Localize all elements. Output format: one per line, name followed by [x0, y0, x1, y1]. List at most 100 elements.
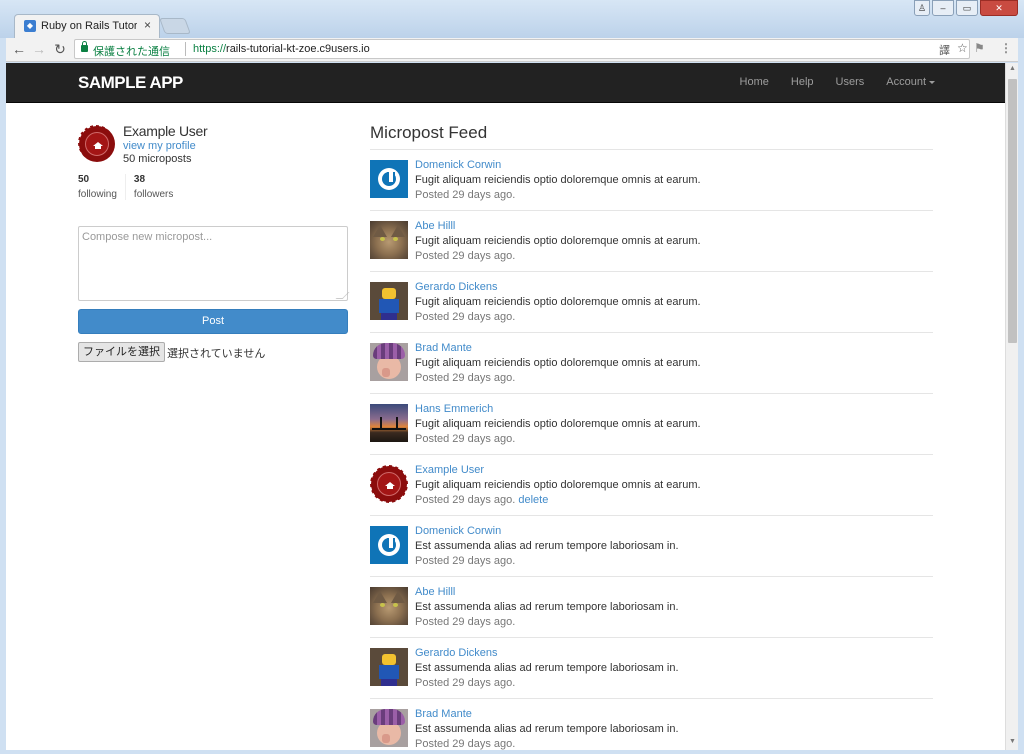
app-logo[interactable]: SAMPLE APP: [78, 73, 183, 93]
feed-content: Est assumenda alias ad rerum tempore lab…: [415, 540, 679, 552]
url-text: https://rails-tutorial-kt-zoe.c9users.io: [193, 43, 370, 55]
feed-user-link[interactable]: Brad Mante: [415, 708, 472, 720]
nav-help[interactable]: Help: [791, 76, 814, 88]
close-window-icon[interactable]: ✕: [980, 0, 1018, 16]
rails-favicon-icon: ◆: [24, 20, 36, 32]
feed-user-link[interactable]: Gerardo Dickens: [415, 647, 498, 659]
feed-user-link[interactable]: Abe Hilll: [415, 586, 455, 598]
address-bar[interactable]: 保護された通信 https://rails-tutorial-kt-zoe.c9…: [74, 39, 970, 59]
browser-toolbar: ← → ↻ 保護された通信 https://rails-tutorial-kt-…: [6, 38, 1018, 62]
choose-file-button[interactable]: ファイルを選択: [78, 342, 165, 362]
url-scheme: https://: [193, 43, 227, 55]
cat-ear-left: [373, 591, 387, 603]
lego-head: [382, 288, 396, 299]
feed-content: Est assumenda alias ad rerum tempore lab…: [415, 662, 679, 674]
lego-avatar[interactable]: [370, 648, 408, 686]
cat-eye-left: [380, 237, 385, 241]
feed-timestamp: Posted 29 days ago.: [415, 616, 516, 628]
cat-avatar[interactable]: [370, 587, 408, 625]
new-tab-button[interactable]: [159, 18, 191, 34]
tab-close-icon[interactable]: ×: [144, 18, 151, 32]
feed-item: Hans Emmerich Fugit aliquam reiciendis op…: [370, 394, 933, 455]
feed-content: Fugit aliquam reiciendis optio doloremqu…: [415, 418, 701, 430]
file-status-text: 選択されていません: [167, 347, 266, 360]
feed-timestamp: Posted 29 days ago.: [415, 677, 516, 689]
scroll-up-arrow-icon[interactable]: ▲: [1008, 65, 1017, 75]
following-stat[interactable]: 50 following: [78, 174, 125, 200]
feed-user-link[interactable]: Abe Hilll: [415, 220, 455, 232]
nav-home[interactable]: Home: [740, 76, 769, 88]
followers-count: 38: [133, 174, 146, 185]
user-name: Example User: [123, 123, 208, 139]
power-ring: [378, 168, 400, 190]
cat-eye-right: [393, 603, 398, 607]
secure-connection-label: 保護された通信: [93, 46, 170, 58]
lego-avatar[interactable]: [370, 282, 408, 320]
feed-timestamp-row: Posted 29 days ago.: [415, 738, 515, 750]
graduation-cap-base: [95, 146, 101, 149]
feed-user-link[interactable]: Domenick Corwin: [415, 159, 501, 171]
feed-title: Micropost Feed: [370, 123, 933, 150]
back-arrow-icon[interactable]: ←: [10, 40, 28, 58]
feed-user-link[interactable]: Brad Mante: [415, 342, 472, 354]
feed-user-link[interactable]: Hans Emmerich: [415, 403, 493, 415]
reload-icon[interactable]: ↻: [51, 40, 69, 58]
feed-item: Abe Hilll Fugit aliquam reiciendis optio …: [370, 211, 933, 272]
nav-account-label: Account: [886, 76, 926, 88]
forward-arrow-icon[interactable]: →: [30, 40, 48, 58]
delete-link[interactable]: delete: [518, 494, 548, 506]
seal-inner: [85, 132, 109, 156]
feed-content: Fugit aliquam reiciendis optio doloremqu…: [415, 235, 701, 247]
power-icon[interactable]: [370, 160, 408, 198]
url-host: rails-tutorial-kt-zoe.c9users.io: [226, 43, 370, 55]
menu-dots-icon[interactable]: ⋮: [1000, 41, 1012, 55]
page-viewport: SAMPLE APP Home Help Users Account Examp…: [6, 63, 1005, 750]
feed-content: Fugit aliquam reiciendis optio doloremqu…: [415, 357, 701, 369]
window-controls: ♙ – ▭ ✕: [914, 0, 1018, 16]
bridge-tower-right: [396, 417, 398, 430]
rails-seal-avatar[interactable]: [370, 465, 408, 503]
nav-users[interactable]: Users: [836, 76, 865, 88]
translate-icon[interactable]: 譯: [939, 42, 950, 58]
post-button[interactable]: Post: [78, 309, 348, 334]
feed-user-link[interactable]: Domenick Corwin: [415, 525, 501, 537]
seal-inner: [377, 472, 401, 496]
feed-timestamp-row: Posted 29 days ago.: [415, 555, 515, 567]
feed-item: Brad Mante Fugit aliquam reiciendis optio…: [370, 333, 933, 394]
feed-user-link[interactable]: Gerardo Dickens: [415, 281, 498, 293]
user-stats: 50 following 38 followers: [78, 174, 181, 200]
feed-content: Est assumenda alias ad rerum tempore lab…: [415, 601, 679, 613]
browser-tab[interactable]: ◆ Ruby on Rails Tutorial ×: [14, 14, 160, 38]
maximize-icon[interactable]: ▭: [956, 0, 978, 16]
followers-stat[interactable]: 38 followers: [124, 174, 181, 200]
feed-timestamp-row: Posted 29 days ago. delete: [415, 494, 548, 506]
baby-avatar[interactable]: [370, 709, 408, 747]
sunset-avatar[interactable]: [370, 404, 408, 442]
minimize-icon[interactable]: –: [932, 0, 954, 16]
navbar: SAMPLE APP Home Help Users Account: [6, 63, 1005, 103]
lock-icon: [81, 41, 88, 52]
nav-account-dropdown[interactable]: Account: [886, 76, 935, 88]
compose-micropost-input[interactable]: [78, 226, 348, 301]
lego-body: [379, 299, 399, 313]
extension-icon[interactable]: ⚑: [974, 41, 985, 55]
rails-seal-icon: [80, 127, 114, 161]
cat-avatar[interactable]: [370, 221, 408, 259]
feed-timestamp-row: Posted 29 days ago.: [415, 433, 515, 445]
page-scrollbar[interactable]: ▲ ▼: [1005, 63, 1018, 750]
micropost-feed: Micropost Feed Domenick Corwin Fugit aliq…: [370, 123, 933, 750]
feed-timestamp-row: Posted 29 days ago.: [415, 677, 515, 689]
cat-ear-right: [391, 225, 405, 237]
user-profile-icon[interactable]: ♙: [914, 0, 930, 16]
feed-timestamp: Posted 29 days ago.: [415, 738, 516, 750]
user-avatar[interactable]: [78, 125, 114, 161]
feed-timestamp: Posted 29 days ago.: [415, 433, 516, 445]
view-profile-link[interactable]: view my profile: [123, 140, 196, 152]
feed-user-link[interactable]: Example User: [415, 464, 484, 476]
feed-timestamp: Posted 29 days ago.: [415, 494, 516, 506]
scroll-thumb[interactable]: [1008, 79, 1017, 343]
baby-avatar[interactable]: [370, 343, 408, 381]
power-icon[interactable]: [370, 526, 408, 564]
bookmark-star-icon[interactable]: ☆: [957, 41, 968, 55]
scroll-down-arrow-icon[interactable]: ▼: [1008, 738, 1017, 748]
